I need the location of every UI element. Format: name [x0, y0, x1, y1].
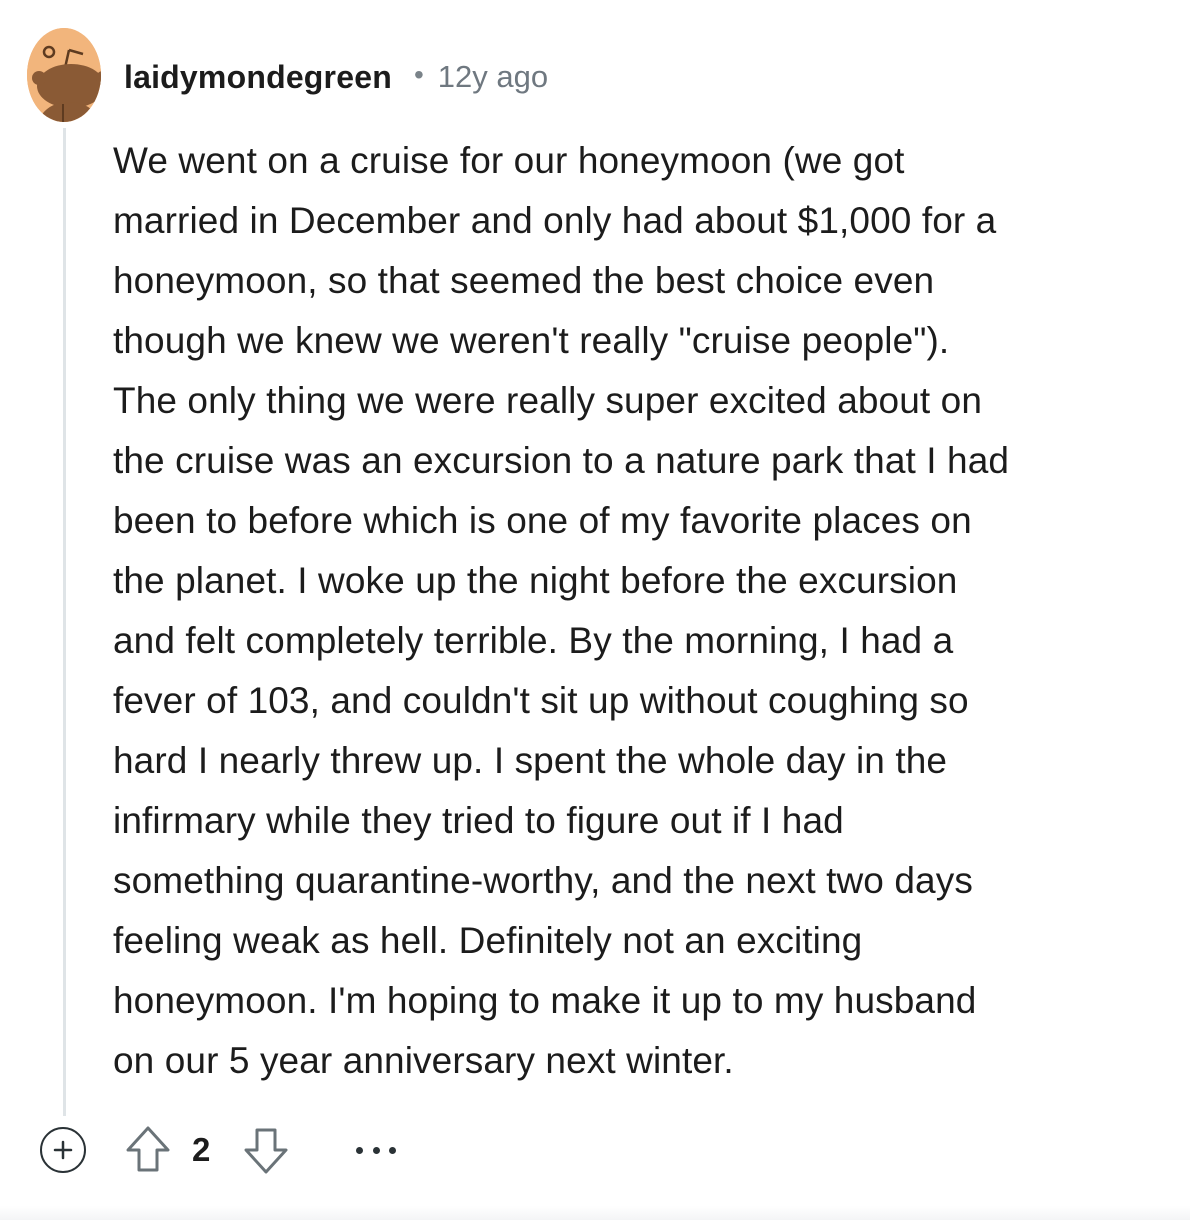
comment-body-line: hard I nearly threw up. I spent the whol…: [113, 740, 948, 781]
meta-separator: •: [413, 59, 424, 90]
comment-action-bar: 2: [0, 1120, 1190, 1180]
avatar[interactable]: [27, 28, 101, 122]
arrow-up-icon: [126, 1126, 170, 1172]
comment-body-line: though we knew we weren't really "cruise…: [113, 320, 950, 361]
comment-body-line: something quarantine-worthy, and the nex…: [113, 860, 973, 901]
comment-header: laidymondegreen • 12y ago: [124, 55, 548, 99]
comment-body-line: honeymoon, so that seemed the best choic…: [113, 260, 935, 301]
plus-icon: [53, 1140, 73, 1160]
comment-body-line: the cruise was an excursion to a nature …: [113, 440, 1010, 481]
comment-body-line: honeymoon. I'm hoping to make it up to m…: [113, 980, 977, 1021]
ellipsis-icon: [356, 1146, 363, 1154]
comment: laidymondegreen • 12y ago We went on a c…: [0, 0, 1190, 1220]
comment-body-line: the planet. I woke up the night before t…: [113, 560, 958, 601]
snoo-avatar-icon: [27, 28, 101, 122]
upvote-button[interactable]: [124, 1122, 172, 1178]
comment-body-line: feeling weak as hell. Definitely not an …: [113, 920, 863, 961]
comment-body-line: married in December and only had about $…: [113, 200, 997, 241]
expand-thread-button[interactable]: [40, 1127, 86, 1173]
comment-body-line: infirmary while they tried to figure out…: [113, 800, 844, 841]
bottom-edge: [0, 1206, 1190, 1220]
comment-body-line: We went on a cruise for our honeymoon (w…: [113, 140, 905, 181]
timestamp[interactable]: 12y ago: [438, 59, 548, 95]
ellipsis-icon: [389, 1146, 396, 1154]
comment-body-line: on our 5 year anniversary next winter.: [113, 1040, 734, 1081]
comment-body: We went on a cruise for our honeymoon (w…: [113, 131, 1173, 1091]
comment-body-line: been to before which is one of my favori…: [113, 500, 972, 541]
comment-body-line: and felt completely terrible. By the mor…: [113, 620, 954, 661]
more-options-button[interactable]: [356, 1132, 396, 1168]
comment-body-line: fever of 103, and couldn't sit up withou…: [113, 680, 969, 721]
vote-score: 2: [192, 1131, 211, 1168]
username-link[interactable]: laidymondegreen: [124, 59, 392, 96]
thread-line[interactable]: [63, 128, 66, 1116]
downvote-button[interactable]: [242, 1122, 290, 1178]
ellipsis-icon: [372, 1146, 380, 1154]
arrow-down-icon: [244, 1128, 288, 1174]
comment-body-line: The only thing we were really super exci…: [113, 380, 983, 421]
